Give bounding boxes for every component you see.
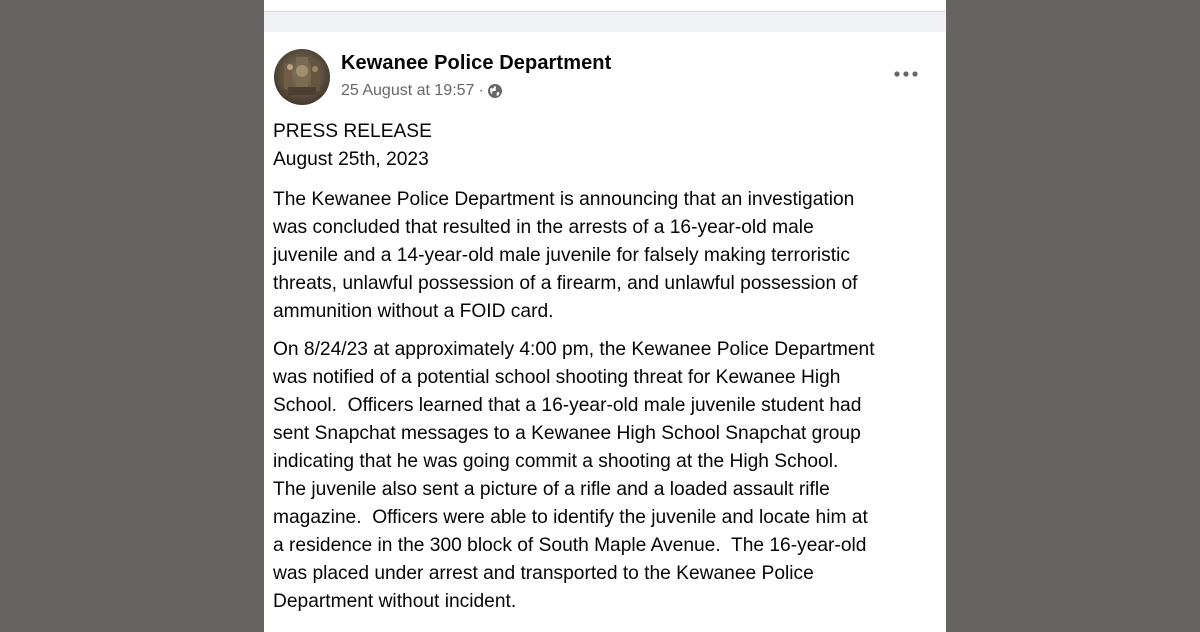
feed-column: Kewanee Police Department 25 August at 1… xyxy=(264,0,946,632)
paragraph-line: Department without incident. xyxy=(273,591,517,612)
heading-line: August 25th, 2023 xyxy=(273,149,429,170)
paragraph-line: was concluded that resulted in the arres… xyxy=(273,217,814,238)
author-name[interactable]: Kewanee Police Department xyxy=(341,52,611,75)
paragraph-line: threats, unlawful possession of a firear… xyxy=(273,273,858,294)
post-meta: 25 August at 19:57 · xyxy=(341,82,503,100)
post-card: Kewanee Police Department 25 August at 1… xyxy=(264,32,946,632)
paragraph-2: On 8/24/23 at approximately 4:00 pm, the… xyxy=(273,336,941,616)
previous-post-card xyxy=(264,0,946,12)
paragraph-line: sent Snapchat messages to a Kewanee High… xyxy=(273,423,861,444)
meta-separator: · xyxy=(478,82,484,99)
paragraph-line: On 8/24/23 at approximately 4:00 pm, the… xyxy=(273,339,875,360)
press-release-heading: PRESS RELEASE August 25th, 2023 xyxy=(273,118,941,174)
paragraph-line: School. Officers learned that a 16-year-… xyxy=(273,395,862,416)
paragraph-line: was placed under arrest and transported … xyxy=(273,563,814,584)
paragraph-line: ammunition without a FOID card. xyxy=(273,301,554,322)
paragraph-line: indicating that he was going commit a sh… xyxy=(273,451,839,472)
post-timestamp[interactable]: 25 August at 19:57 xyxy=(341,82,474,100)
paragraph-line: The Kewanee Police Department is announc… xyxy=(273,189,855,210)
paragraph-line: juvenile and a 14-year-old male juvenile… xyxy=(273,245,850,266)
post-body: PRESS RELEASE August 25th, 2023 The Kewa… xyxy=(273,118,941,626)
paragraph-line: The juvenile also sent a picture of a ri… xyxy=(273,479,830,500)
paragraph-1: The Kewanee Police Department is announc… xyxy=(273,186,941,326)
paragraph-line: was notified of a potential school shoot… xyxy=(273,367,841,388)
avatar-image xyxy=(274,49,330,105)
more-options-button[interactable] xyxy=(888,60,924,88)
avatar[interactable] xyxy=(274,49,330,105)
globe-icon[interactable] xyxy=(487,83,503,99)
heading-line: PRESS RELEASE xyxy=(273,121,432,142)
paragraph-line: a residence in the 300 block of South Ma… xyxy=(273,535,867,556)
paragraph-line: magazine. Officers were able to identify… xyxy=(273,507,868,528)
more-options-icon xyxy=(894,71,918,77)
